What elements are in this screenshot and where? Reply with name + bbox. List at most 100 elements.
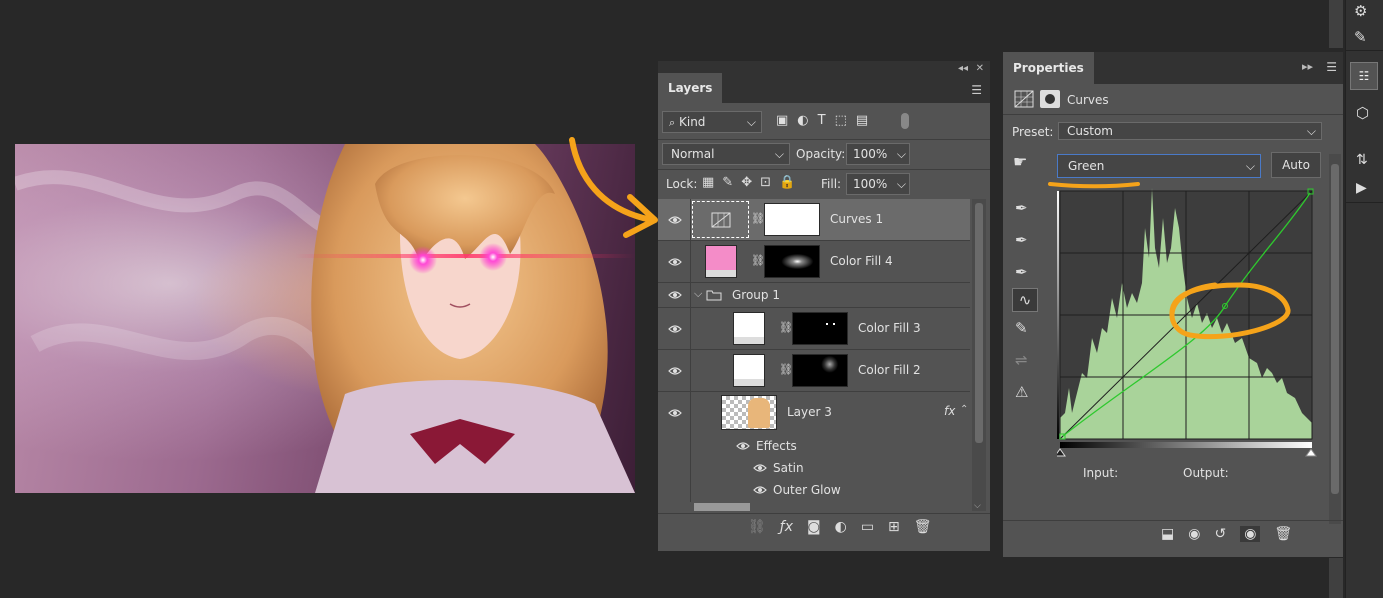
layer-row-curves-1[interactable]: ⛓ Curves 1 (658, 199, 970, 241)
dock-icons-bottom: ⇅ ▶ (1356, 146, 1368, 202)
visibility-eye-icon[interactable]: ◉ (1240, 526, 1261, 542)
layer-mask-thumbnail[interactable] (792, 354, 848, 387)
input-label: Input: (1083, 466, 1119, 480)
layer-row-layer-3[interactable]: Layer 3 fx ⌃ (658, 392, 970, 502)
brush-icon[interactable]: ✎ (1354, 24, 1367, 50)
curves-tools: ✒ ✒ ✒ ∿ ✎ ⇌ ⚠ (1012, 192, 1038, 408)
panel-menu-icon[interactable]: ☰ (1326, 60, 1337, 74)
mask-icon[interactable] (1040, 90, 1060, 108)
black-point-slider (1057, 448, 1066, 457)
view-previous-state-icon[interactable]: ◉ (1188, 526, 1200, 542)
effect-row-outer-glow[interactable]: Outer Glow (658, 479, 970, 501)
properties-footer-toolbar: ⬓ ◉ ↺ ◉ 🗑 (1161, 526, 1292, 542)
document-canvas-image[interactable] (15, 144, 635, 493)
next-layer-thumbnail[interactable] (694, 503, 750, 511)
tab-layers[interactable]: Layers (658, 73, 723, 103)
black-eyedropper-icon[interactable]: ✒ (1015, 192, 1038, 224)
smooth-icon[interactable]: ⇌ (1015, 344, 1038, 376)
lock-transparent-icon[interactable]: ▦ (702, 175, 722, 190)
layer-mask-thumbnail[interactable] (764, 245, 820, 278)
layer-list-scrollbar[interactable]: ⌵ (972, 199, 986, 511)
trash-icon[interactable]: 🗑 (914, 519, 932, 535)
adjustment-thumbnail[interactable] (692, 201, 749, 238)
preset-select[interactable]: Custom ⌵ (1058, 122, 1322, 140)
collapse-icon[interactable]: ▸▸ (1302, 60, 1313, 73)
lock-icons: ▦✎✥⊡🔒 (702, 175, 803, 190)
eye-icon[interactable] (736, 439, 750, 453)
lock-paint-icon[interactable]: ✎ (722, 175, 741, 190)
edit-points-icon[interactable]: ∿ (1012, 288, 1038, 312)
clipping-warning-icon[interactable]: ⚠ (1015, 376, 1038, 408)
lock-position-icon[interactable]: ✥ (741, 175, 760, 190)
chevron-down-icon[interactable]: ⌵ (694, 287, 702, 301)
link-icon[interactable]: ⛓ (751, 254, 765, 267)
fx-badge[interactable]: fx (944, 404, 955, 418)
properties-dock-icon[interactable]: ☷ (1350, 62, 1378, 90)
3d-icon[interactable]: ⬡ (1356, 104, 1369, 122)
layer-thumbnail[interactable] (721, 395, 777, 430)
tab-properties[interactable]: Properties (1003, 52, 1094, 84)
scrollbar-thumb[interactable] (1331, 164, 1339, 494)
panel-menu-icon[interactable]: ☰ (971, 83, 982, 97)
scroll-down-icon[interactable]: ⌵ (974, 501, 981, 511)
eye-icon[interactable] (668, 322, 682, 336)
new-adjustment-icon[interactable]: ◐ (835, 519, 847, 535)
layer-row-color-fill-3[interactable]: ⛓ Color Fill 3 (658, 308, 970, 350)
reset-icon[interactable]: ↺ (1214, 526, 1226, 542)
layer-row-color-fill-2[interactable]: ⛓ Color Fill 2 (658, 350, 970, 392)
white-eyedropper-icon[interactable]: ✒ (1015, 256, 1038, 288)
eye-icon[interactable] (753, 461, 767, 475)
eye-icon[interactable] (668, 406, 682, 420)
add-mask-icon[interactable]: ◙ (807, 519, 821, 535)
effect-row-satin[interactable]: Satin (658, 457, 970, 479)
opacity-input[interactable]: 100% ⌵ (846, 143, 910, 165)
eye-icon[interactable] (668, 364, 682, 378)
link-layers-icon[interactable]: ⛓ (748, 519, 766, 535)
link-icon[interactable]: ⛓ (751, 212, 765, 225)
lock-all-icon[interactable]: 🔒 (779, 175, 803, 190)
gray-eyedropper-icon[interactable]: ✒ (1015, 224, 1038, 256)
play-icon[interactable]: ▶ (1356, 174, 1368, 202)
layer-row-color-fill-4[interactable]: ⛓ Color Fill 4 (658, 241, 970, 283)
lock-label: Lock: (666, 177, 698, 191)
filter-kind-select[interactable]: ⌕ Kind ⌵ (662, 111, 762, 133)
trash-icon[interactable]: 🗑 (1274, 526, 1292, 542)
layer-mask-thumbnail[interactable] (792, 312, 848, 345)
channels-icon[interactable]: ⇅ (1356, 146, 1368, 174)
fill-input[interactable]: 100% ⌵ (846, 173, 910, 195)
chevron-down-icon: ⌵ (774, 147, 784, 161)
blend-mode-select[interactable]: Normal ⌵ (662, 143, 790, 165)
link-icon[interactable]: ⛓ (779, 321, 793, 334)
scrollbar-thumb[interactable] (975, 203, 983, 443)
lock-artboard-icon[interactable]: ⊡ (760, 175, 779, 190)
smart-object-filter-icon[interactable]: ▤ (856, 113, 877, 128)
new-group-icon[interactable]: ▭ (861, 519, 874, 535)
clip-to-layer-icon[interactable]: ⬓ (1161, 526, 1174, 542)
eye-icon[interactable] (753, 483, 767, 497)
eye-icon[interactable] (668, 255, 682, 269)
properties-scrollbar[interactable] (1329, 154, 1341, 524)
chevron-up-icon[interactable]: ⌃ (960, 404, 968, 415)
history-icon[interactable]: ⚙ (1354, 0, 1367, 24)
layer-name: Color Fill 3 (858, 321, 921, 335)
layer-row-group-1[interactable]: ⌵ Group 1 (658, 283, 970, 308)
layer-mask-thumbnail[interactable] (764, 203, 820, 236)
filter-toggle[interactable] (901, 113, 909, 129)
fill-swatch-thumbnail[interactable] (733, 354, 765, 387)
shape-filter-icon[interactable]: ⬚ (835, 113, 856, 128)
effects-row[interactable]: Effects (658, 435, 970, 457)
fill-swatch-thumbnail[interactable] (733, 312, 765, 345)
adjustment-filter-icon[interactable]: ◐ (797, 113, 817, 128)
fx-icon[interactable]: ƒx (780, 519, 793, 535)
eye-icon[interactable] (668, 213, 682, 227)
eye-icon[interactable] (668, 288, 682, 302)
chevron-down-icon: ⌵ (746, 115, 756, 129)
type-filter-icon[interactable]: T (818, 113, 835, 128)
image-filter-icon[interactable]: ▣ (776, 113, 797, 128)
link-icon[interactable]: ⛓ (779, 363, 793, 376)
new-layer-icon[interactable]: ⊞ (888, 519, 900, 535)
pencil-icon[interactable]: ✎ (1015, 312, 1038, 344)
fill-swatch-thumbnail[interactable] (705, 245, 737, 278)
on-image-adjust-icon[interactable]: ☛ (1013, 152, 1027, 171)
layer-name: Curves 1 (830, 212, 884, 226)
